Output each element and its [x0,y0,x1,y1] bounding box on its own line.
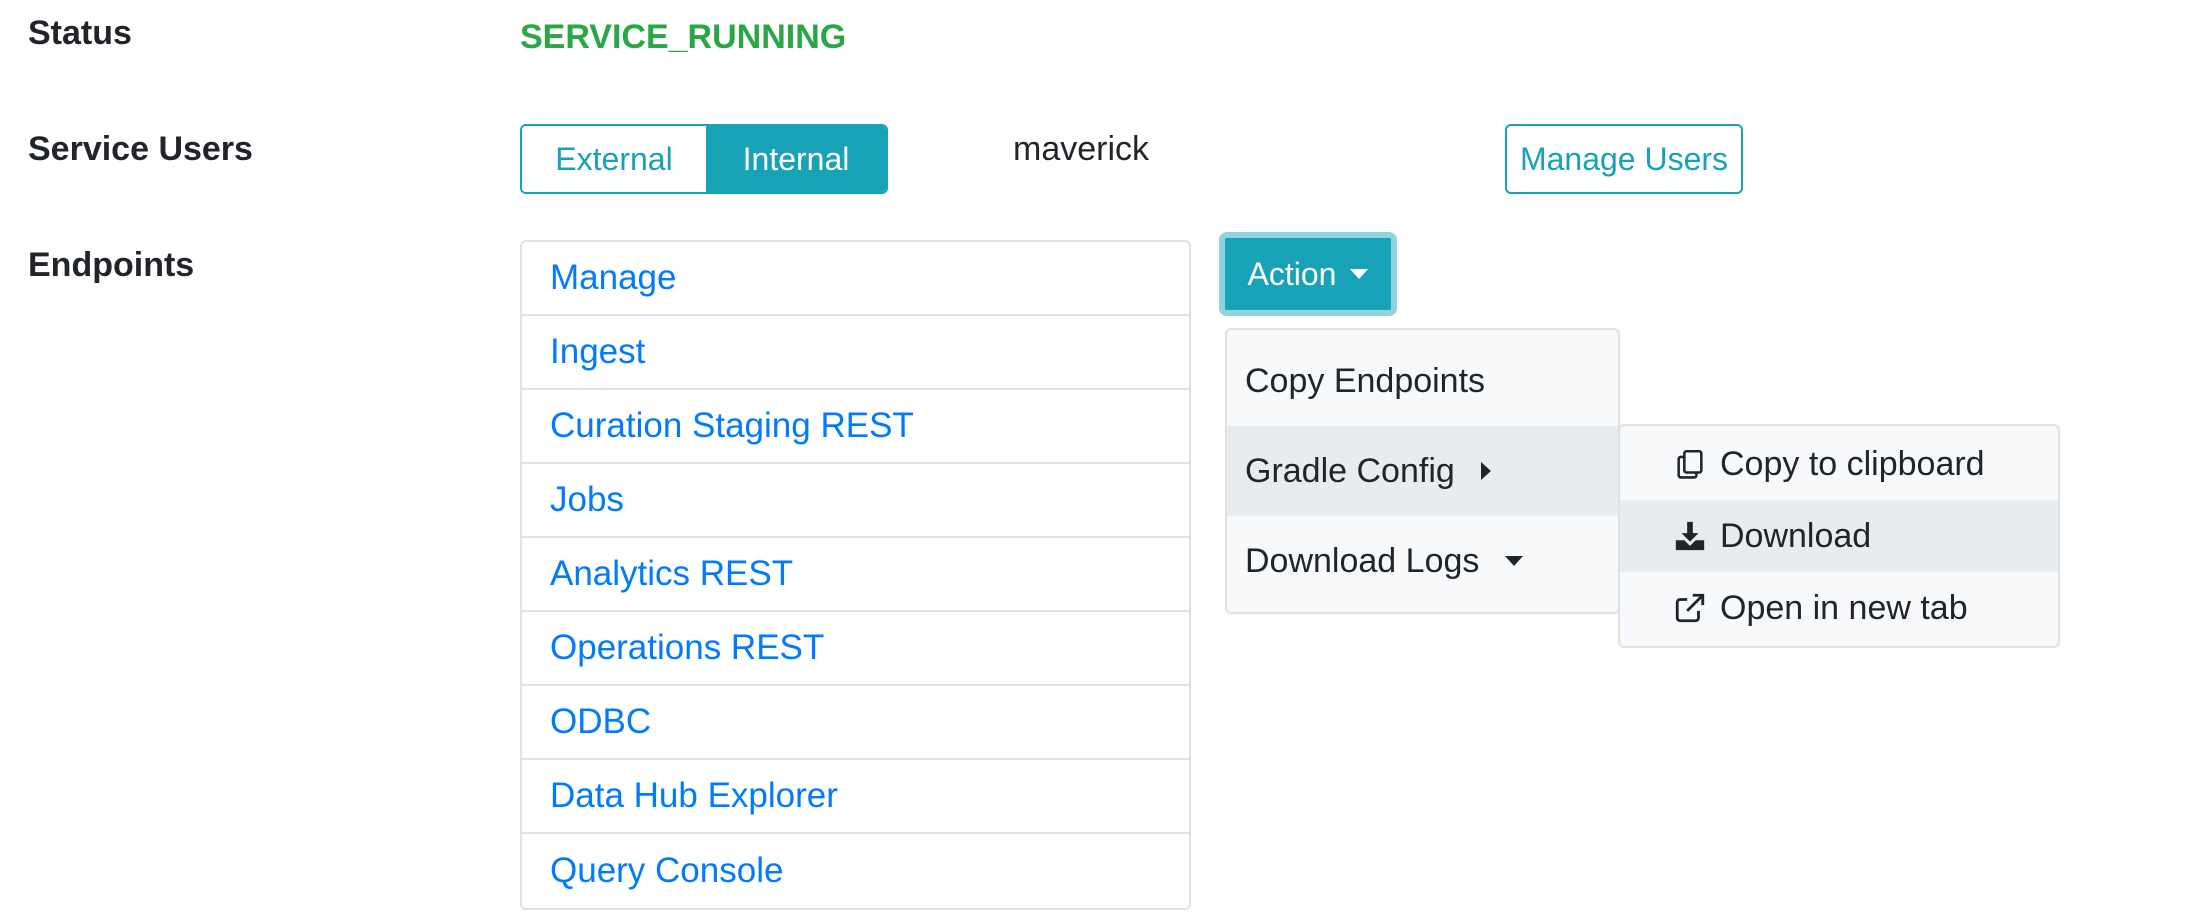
endpoint-link-operations-rest[interactable]: Operations REST [522,612,1189,686]
external-link-icon [1672,590,1708,626]
endpoint-link-curation-staging-rest[interactable]: Curation Staging REST [522,390,1189,464]
external-toggle-button[interactable]: External [522,126,706,192]
service-username: maverick [1013,130,1150,168]
download-icon [1672,518,1708,554]
action-dropdown-menu: Copy Endpoints Gradle Config Download Lo… [1225,328,1620,614]
submenu-item-open-in-new-tab[interactable]: Open in new tab [1620,572,2058,644]
chevron-right-icon [1480,462,1491,480]
internal-toggle-button[interactable]: Internal [706,126,886,192]
endpoint-link-query-console[interactable]: Query Console [522,834,1189,908]
status-label: Status [28,14,132,52]
gradle-config-submenu: Copy to clipboard Download Open in new t… [1618,424,2060,648]
menu-item-copy-endpoints[interactable]: Copy Endpoints [1227,336,1618,426]
endpoint-link-manage[interactable]: Manage [522,242,1189,316]
endpoint-link-jobs[interactable]: Jobs [522,464,1189,538]
submenu-item-label: Download [1720,516,1872,555]
action-dropdown-button[interactable]: Action [1219,232,1397,316]
chevron-down-icon [1505,556,1524,566]
menu-item-label: Copy Endpoints [1245,361,1486,400]
submenu-item-label: Open in new tab [1720,588,1968,627]
service-users-label: Service Users [28,130,253,168]
service-details-panel: Status SERVICE_RUNNING Service Users Ext… [0,0,2196,921]
menu-item-download-logs[interactable]: Download Logs [1227,516,1618,606]
endpoint-link-odbc[interactable]: ODBC [522,686,1189,760]
menu-item-gradle-config[interactable]: Gradle Config [1227,426,1618,516]
submenu-item-download[interactable]: Download [1620,500,2058,572]
status-value: SERVICE_RUNNING [520,18,847,56]
endpoint-link-ingest[interactable]: Ingest [522,316,1189,390]
endpoint-link-data-hub-explorer[interactable]: Data Hub Explorer [522,760,1189,834]
service-users-toggle: External Internal [520,124,888,194]
menu-item-label: Gradle Config [1245,451,1455,490]
endpoints-label: Endpoints [28,246,195,284]
menu-item-label: Download Logs [1245,541,1480,580]
manage-users-button[interactable]: Manage Users [1505,124,1743,194]
endpoint-link-analytics-rest[interactable]: Analytics REST [522,538,1189,612]
endpoint-list: Manage Ingest Curation Staging REST Jobs… [520,240,1191,910]
action-button-label: Action [1247,255,1337,292]
submenu-item-label: Copy to clipboard [1720,444,1985,483]
copy-icon [1672,446,1708,482]
submenu-item-copy-to-clipboard[interactable]: Copy to clipboard [1620,428,2058,500]
chevron-down-icon [1350,269,1369,279]
